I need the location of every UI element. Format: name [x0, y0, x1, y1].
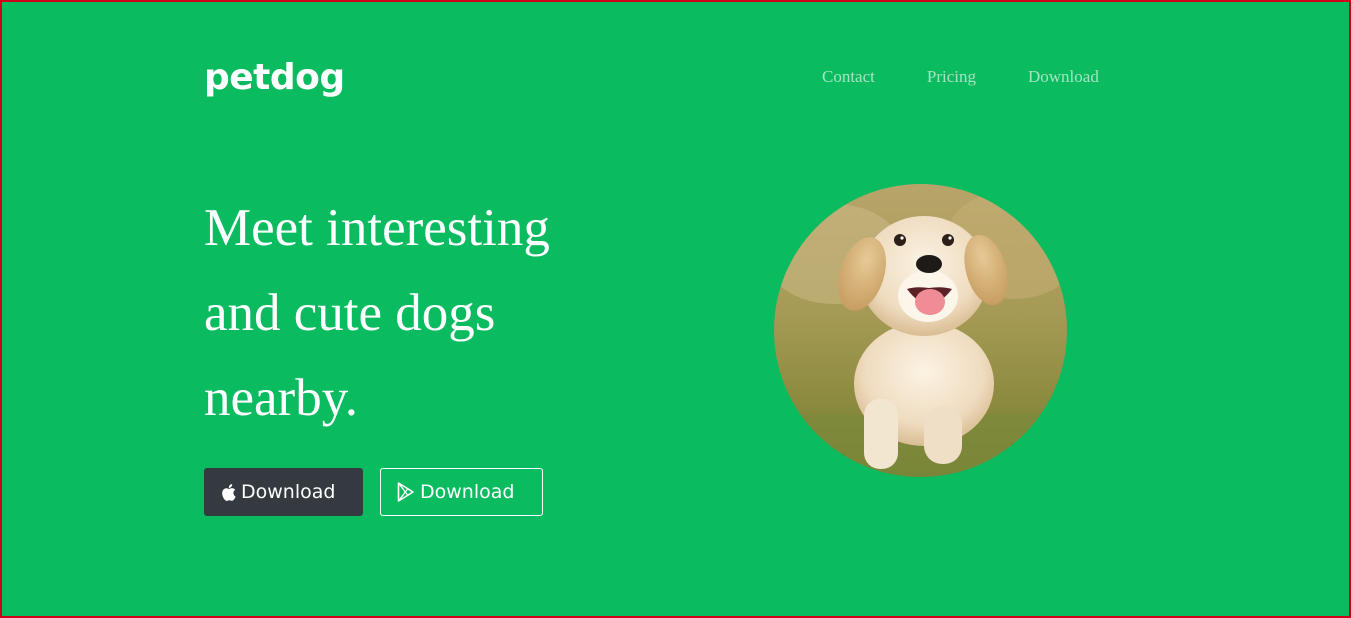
google-play-icon	[397, 482, 415, 502]
android-download-button[interactable]: Download	[380, 468, 543, 516]
nav-link-download[interactable]: Download	[1028, 66, 1099, 88]
brand-logo[interactable]: petdog	[204, 56, 345, 100]
apple-icon	[221, 483, 236, 501]
landing-page: petdog Contact Pricing Download Meet int…	[0, 0, 1351, 618]
ios-download-label: Download	[241, 481, 336, 503]
ios-download-button[interactable]: Download	[204, 468, 363, 516]
nav-link-contact[interactable]: Contact	[822, 66, 875, 88]
nav-link-pricing[interactable]: Pricing	[927, 66, 976, 88]
puppy-photo	[774, 184, 1067, 477]
top-nav: Contact Pricing Download	[822, 66, 1099, 88]
hero-headline: Meet interesting and cute dogs nearby.	[204, 186, 624, 441]
hero-headline-line-3: nearby.	[204, 369, 359, 427]
android-download-label: Download	[420, 481, 515, 503]
hero-headline-line-1: Meet interesting	[204, 199, 550, 257]
hero-headline-line-2: and cute dogs	[204, 284, 496, 342]
